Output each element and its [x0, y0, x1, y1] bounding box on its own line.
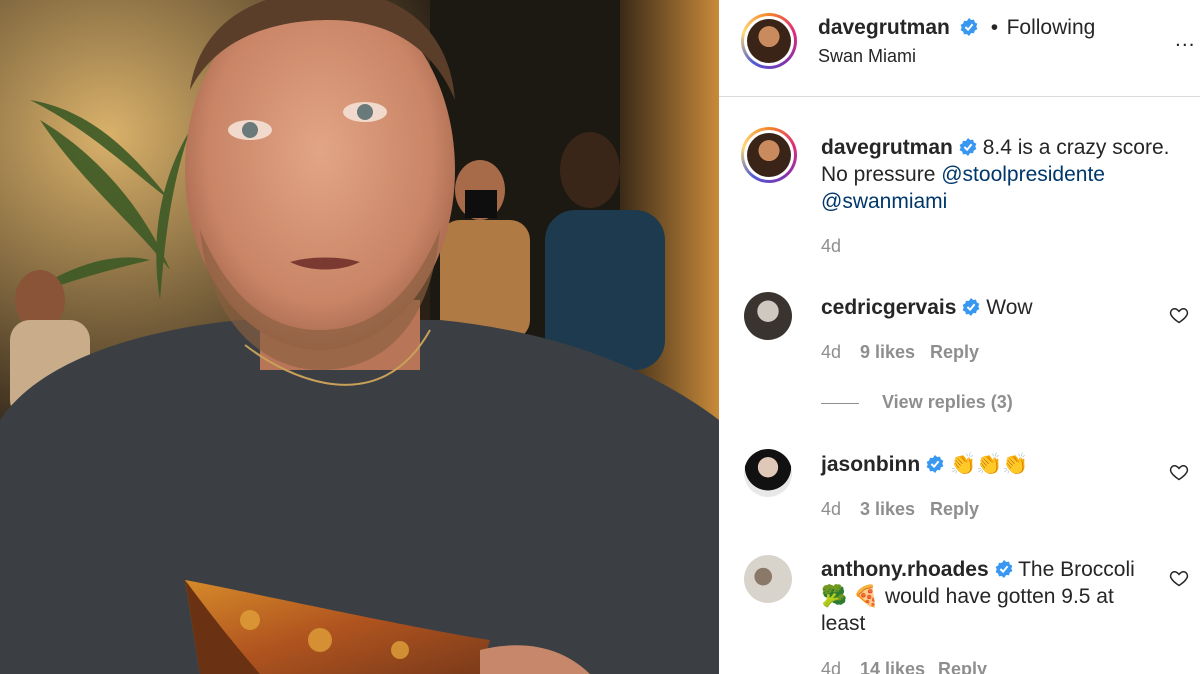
following-button[interactable]: Following — [1007, 16, 1096, 39]
post-detail-panel: davegrutman • Following Swan Miami ... d… — [719, 0, 1200, 674]
caption-avatar[interactable] — [741, 127, 797, 183]
verified-badge-icon — [963, 298, 980, 316]
more-options-icon[interactable]: ... — [1175, 28, 1196, 52]
comment-text: cedricgervais Wow — [821, 294, 1151, 321]
comment-body: Wow — [986, 296, 1033, 319]
verified-badge-icon — [959, 138, 977, 156]
verified-badge-icon — [926, 455, 944, 473]
heart-icon[interactable] — [1169, 305, 1189, 325]
commenter-avatar[interactable] — [744, 555, 792, 603]
header-title-row: davegrutman • Following — [818, 16, 1095, 40]
post-header: davegrutman • Following Swan Miami ... — [719, 0, 1200, 97]
author-username[interactable]: davegrutman — [818, 16, 950, 39]
comment-username[interactable]: jasonbinn — [821, 453, 920, 476]
video-scene — [0, 0, 719, 674]
post-video-frame[interactable] — [0, 0, 719, 674]
author-avatar[interactable] — [741, 13, 797, 69]
mention-swanmiami[interactable]: @swanmiami — [821, 190, 947, 213]
view-replies-button[interactable]: View replies (3) — [882, 392, 1013, 413]
comment-likes[interactable]: 9 likes — [860, 342, 915, 363]
caption-username[interactable]: davegrutman — [821, 136, 953, 159]
reply-button[interactable]: Reply — [930, 499, 979, 520]
heart-icon[interactable] — [1169, 568, 1189, 588]
reply-button[interactable]: Reply — [930, 342, 979, 363]
caption-age[interactable]: 4d — [821, 236, 841, 257]
comment-text: jasonbinn 👏👏👏 — [821, 451, 1151, 478]
reply-button[interactable]: Reply — [938, 659, 987, 674]
comment-likes[interactable]: 14 likes — [860, 659, 925, 674]
commenter-avatar[interactable] — [744, 449, 792, 497]
comment-username[interactable]: anthony.rhoades — [821, 558, 989, 581]
comment-text: anthony.rhoades The Broccoli 🥦 🍕 would h… — [821, 556, 1151, 637]
separator-dot: • — [990, 16, 999, 39]
comment-age[interactable]: 4d — [821, 342, 841, 363]
post-location[interactable]: Swan Miami — [818, 46, 916, 67]
verified-badge-icon — [960, 18, 978, 36]
view-replies-line — [821, 403, 859, 404]
verified-badge-icon — [995, 560, 1013, 578]
comment-likes[interactable]: 3 likes — [860, 499, 915, 520]
caption-text: davegrutman 8.4 is a crazy score. No pre… — [821, 134, 1181, 215]
mention-stoolpresidente[interactable]: @stoolpresidente — [941, 163, 1105, 186]
comment-body: 👏👏👏 — [950, 453, 1029, 476]
comment-age[interactable]: 4d — [821, 499, 841, 520]
comment-age[interactable]: 4d — [821, 659, 841, 674]
heart-icon[interactable] — [1169, 462, 1189, 482]
comment-username[interactable]: cedricgervais — [821, 296, 956, 319]
commenter-avatar[interactable] — [744, 292, 792, 340]
